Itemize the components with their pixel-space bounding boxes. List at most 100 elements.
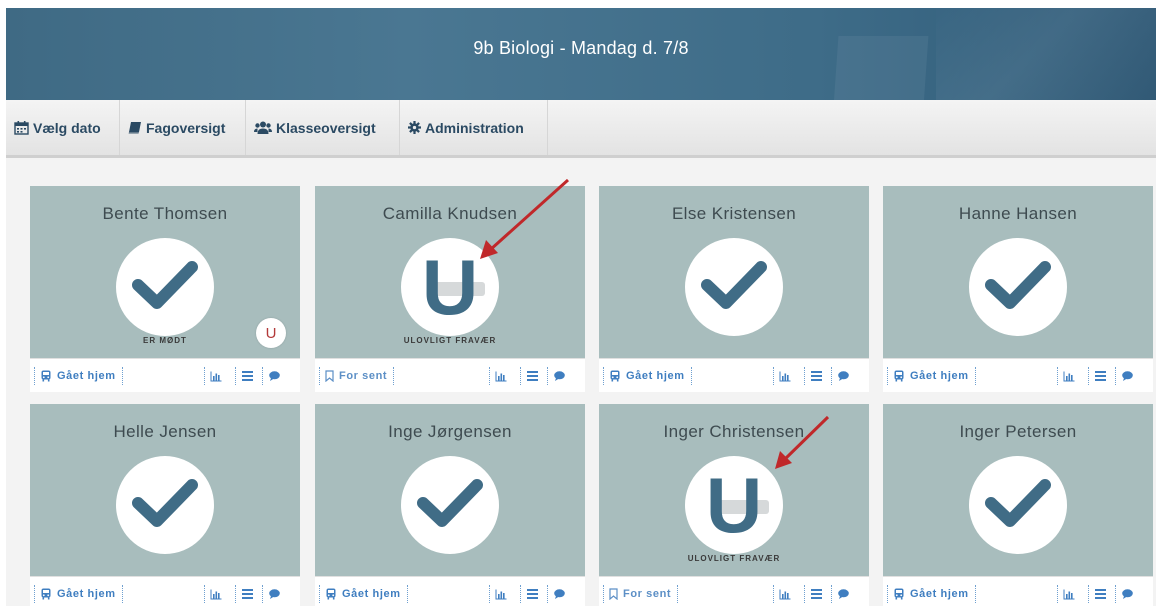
student-card[interactable]: Helle Jensen Gået hjem — [30, 404, 300, 610]
attendance-status-toggle[interactable] — [401, 456, 499, 554]
attendance-status-toggle[interactable] — [969, 238, 1067, 336]
student-card-body[interactable]: Else Kristensen — [599, 186, 869, 358]
list-button[interactable] — [520, 367, 543, 385]
student-card-actions: Gået hjem — [883, 358, 1153, 392]
nav-item-vaelg-dato[interactable]: Vælg dato — [6, 100, 120, 155]
statistics-button[interactable] — [773, 585, 796, 603]
student-name: Camilla Knudsen — [382, 204, 518, 223]
status-label: ULOVLIGT FRAVÆR — [403, 336, 497, 345]
list-button[interactable] — [804, 367, 827, 385]
check-icon — [983, 257, 1053, 318]
student-card-body[interactable]: Inger Petersen — [883, 404, 1153, 576]
student-name: Inger Petersen — [959, 422, 1077, 441]
student-card[interactable]: Hanne Hansen Gået hjem — [883, 186, 1153, 392]
statistics-button[interactable] — [204, 585, 227, 603]
comment-icon — [1121, 589, 1133, 599]
action-label: For sent — [623, 588, 672, 600]
nav-item-administration[interactable]: Administration — [400, 100, 548, 155]
bus-icon — [893, 370, 905, 382]
statistics-button[interactable] — [1057, 585, 1080, 603]
comment-button[interactable] — [262, 367, 285, 385]
comment-button[interactable] — [1115, 367, 1138, 385]
list-icon — [526, 371, 538, 381]
comment-button[interactable] — [831, 367, 854, 385]
list-button[interactable] — [235, 367, 258, 385]
comment-button[interactable] — [1115, 585, 1138, 603]
list-icon — [241, 371, 253, 381]
student-card-body[interactable]: Inger Christensen U ULOVLIGT FRAVÆR — [599, 404, 869, 576]
student-card-actions: For sent — [315, 358, 585, 392]
absence-symbol: U — [421, 243, 479, 331]
check-icon — [415, 475, 485, 536]
attendance-status-toggle[interactable] — [116, 456, 214, 554]
student-card[interactable]: Inge Jørgensen Gået hjem — [315, 404, 585, 610]
attendance-status-toggle[interactable]: U — [685, 456, 783, 554]
bar-chart-icon — [1063, 589, 1075, 600]
student-card-actions: Gået hjem — [30, 576, 300, 610]
bar-chart-icon — [779, 589, 791, 600]
student-name: Inger Christensen — [663, 422, 805, 441]
comment-button[interactable] — [262, 585, 285, 603]
went-home-button[interactable]: Gået hjem — [887, 585, 976, 603]
student-card-actions: Gået hjem — [30, 358, 300, 392]
statistics-button[interactable] — [489, 585, 512, 603]
student-card-body[interactable]: Camilla Knudsen U ULOVLIGT FRAVÆR — [315, 186, 585, 358]
list-icon — [1094, 371, 1106, 381]
student-card-body[interactable]: Bente Thomsen ER MØDT U — [30, 186, 300, 358]
student-name: Bente Thomsen — [102, 204, 228, 223]
statistics-button[interactable] — [1057, 367, 1080, 385]
student-card[interactable]: Camilla Knudsen U ULOVLIGT FRAVÆR For sent — [315, 186, 585, 392]
went-home-button[interactable]: Gået hjem — [34, 585, 123, 603]
gear-icon — [408, 121, 421, 134]
comment-icon — [268, 589, 280, 599]
nav-item-fagoversigt[interactable]: Fagoversigt — [120, 100, 246, 155]
bus-icon — [893, 588, 905, 600]
went-home-button[interactable]: Gået hjem — [319, 585, 408, 603]
comment-icon — [837, 371, 849, 381]
action-label: Gået hjem — [910, 370, 969, 382]
nav-bar: Vælg dato Fagoversigt Klasseoversigt Adm… — [6, 100, 1156, 158]
student-card-body[interactable]: Helle Jensen — [30, 404, 300, 576]
comment-button[interactable] — [831, 585, 854, 603]
list-button[interactable] — [1088, 585, 1111, 603]
went-home-button[interactable]: Gået hjem — [34, 367, 123, 385]
attendance-status-toggle[interactable] — [969, 456, 1067, 554]
bookmark-icon — [609, 588, 618, 600]
comment-button[interactable] — [547, 367, 570, 385]
student-card-actions: Gået hjem — [315, 576, 585, 610]
comment-icon — [553, 371, 565, 381]
statistics-button[interactable] — [489, 367, 512, 385]
action-label: Gået hjem — [626, 370, 685, 382]
list-button[interactable] — [804, 585, 827, 603]
went-home-button[interactable]: Gået hjem — [887, 367, 976, 385]
action-label: For sent — [339, 370, 388, 382]
student-card[interactable]: Inger Christensen U ULOVLIGT FRAVÆR For sen… — [599, 404, 869, 610]
nav-item-klasseoversigt[interactable]: Klasseoversigt — [246, 100, 400, 155]
list-icon — [1094, 589, 1106, 599]
attendance-status-toggle[interactable]: U — [401, 238, 499, 336]
bar-chart-icon — [1063, 371, 1075, 382]
late-button[interactable]: For sent — [603, 585, 679, 603]
list-button[interactable] — [1088, 367, 1111, 385]
statistics-button[interactable] — [773, 367, 796, 385]
statistics-button[interactable] — [204, 367, 227, 385]
bar-chart-icon — [495, 589, 507, 600]
student-card-actions: Gået hjem — [599, 358, 869, 392]
action-label: Gået hjem — [342, 588, 401, 600]
nav-item-label: Administration — [425, 119, 524, 136]
student-card[interactable]: Inger Petersen Gået hjem — [883, 404, 1153, 610]
attendance-status-toggle[interactable] — [116, 238, 214, 336]
late-button[interactable]: For sent — [319, 367, 395, 385]
student-card-body[interactable]: Inge Jørgensen — [315, 404, 585, 576]
bus-icon — [40, 370, 52, 382]
attendance-status-toggle[interactable] — [685, 238, 783, 336]
list-button[interactable] — [235, 585, 258, 603]
student-card-body[interactable]: Hanne Hansen — [883, 186, 1153, 358]
list-button[interactable] — [520, 585, 543, 603]
went-home-button[interactable]: Gået hjem — [603, 367, 692, 385]
comment-button[interactable] — [547, 585, 570, 603]
users-icon — [254, 121, 272, 134]
absence-badge[interactable]: U — [256, 318, 286, 348]
student-card[interactable]: Bente Thomsen ER MØDT U Gået hjem — [30, 186, 300, 392]
student-card[interactable]: Else Kristensen Gået hjem — [599, 186, 869, 392]
